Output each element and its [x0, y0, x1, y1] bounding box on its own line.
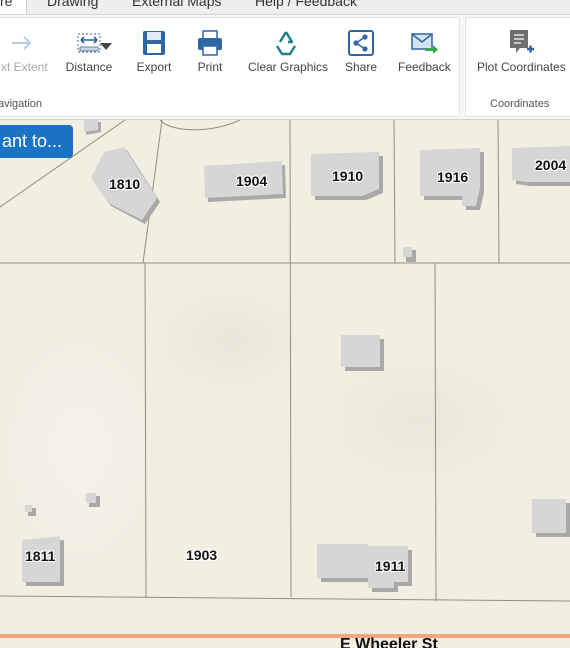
tab-drawing[interactable]: Drawing: [47, 0, 98, 9]
arrow-right-icon: [1, 28, 45, 58]
chevron-down-icon: [100, 40, 112, 54]
navigation-group-label: avigation: [0, 98, 43, 110]
feedback-mail-icon: [398, 28, 450, 58]
full-extent-button[interactable]: xt Extent: [1, 28, 48, 74]
building-footprints: [22, 120, 570, 592]
address-label: 1903: [186, 547, 218, 563]
street-e-wheeler: [0, 634, 570, 638]
tab-explore[interactable]: re: [0, 0, 28, 14]
address-label: 1811: [25, 548, 56, 564]
address-label: 2004: [535, 157, 567, 173]
coordinates-panel: Plot Coordinates Coordinates: [465, 17, 570, 117]
distance-dropdown[interactable]: [99, 40, 113, 54]
street-label: E Wheeler St: [340, 636, 438, 648]
i-want-to-button[interactable]: ant to...: [0, 125, 74, 158]
ribbon: xt Extent Distance Export Print Clear Gr…: [0, 15, 570, 120]
recycle-icon: [248, 28, 324, 58]
clear-graphics-button[interactable]: Clear Graphics: [248, 28, 328, 74]
map-view[interactable]: 1810 1904 1910 1916 2004 1811 1903 1911 …: [0, 120, 570, 648]
tab-external-maps[interactable]: External Maps: [132, 0, 221, 9]
navigation-panel: xt Extent Distance Export Print Clear Gr…: [0, 17, 460, 117]
printer-icon: [192, 28, 228, 58]
export-button[interactable]: Export: [132, 28, 176, 74]
coordinates-group-label: Coordinates: [490, 98, 550, 110]
plot-coordinates-button[interactable]: Plot Coordinates: [477, 28, 566, 74]
map-layer: [0, 120, 570, 638]
address-label: 1810: [109, 176, 141, 192]
plot-coordinates-icon: [477, 28, 563, 58]
address-label: 1911: [375, 558, 406, 574]
share-button[interactable]: Share: [344, 28, 378, 74]
feedback-button[interactable]: Feedback: [398, 28, 451, 74]
tab-help-feedback[interactable]: Help / Feedback: [255, 0, 357, 9]
address-label: 1910: [332, 168, 364, 184]
share-icon: [344, 28, 378, 58]
address-label: 1916: [437, 169, 469, 185]
ribbon-tab-bar: re Drawing External Maps Help / Feedback: [0, 0, 570, 15]
save-disk-icon: [132, 28, 176, 58]
print-button[interactable]: Print: [192, 28, 228, 74]
address-label: 1904: [236, 173, 268, 189]
